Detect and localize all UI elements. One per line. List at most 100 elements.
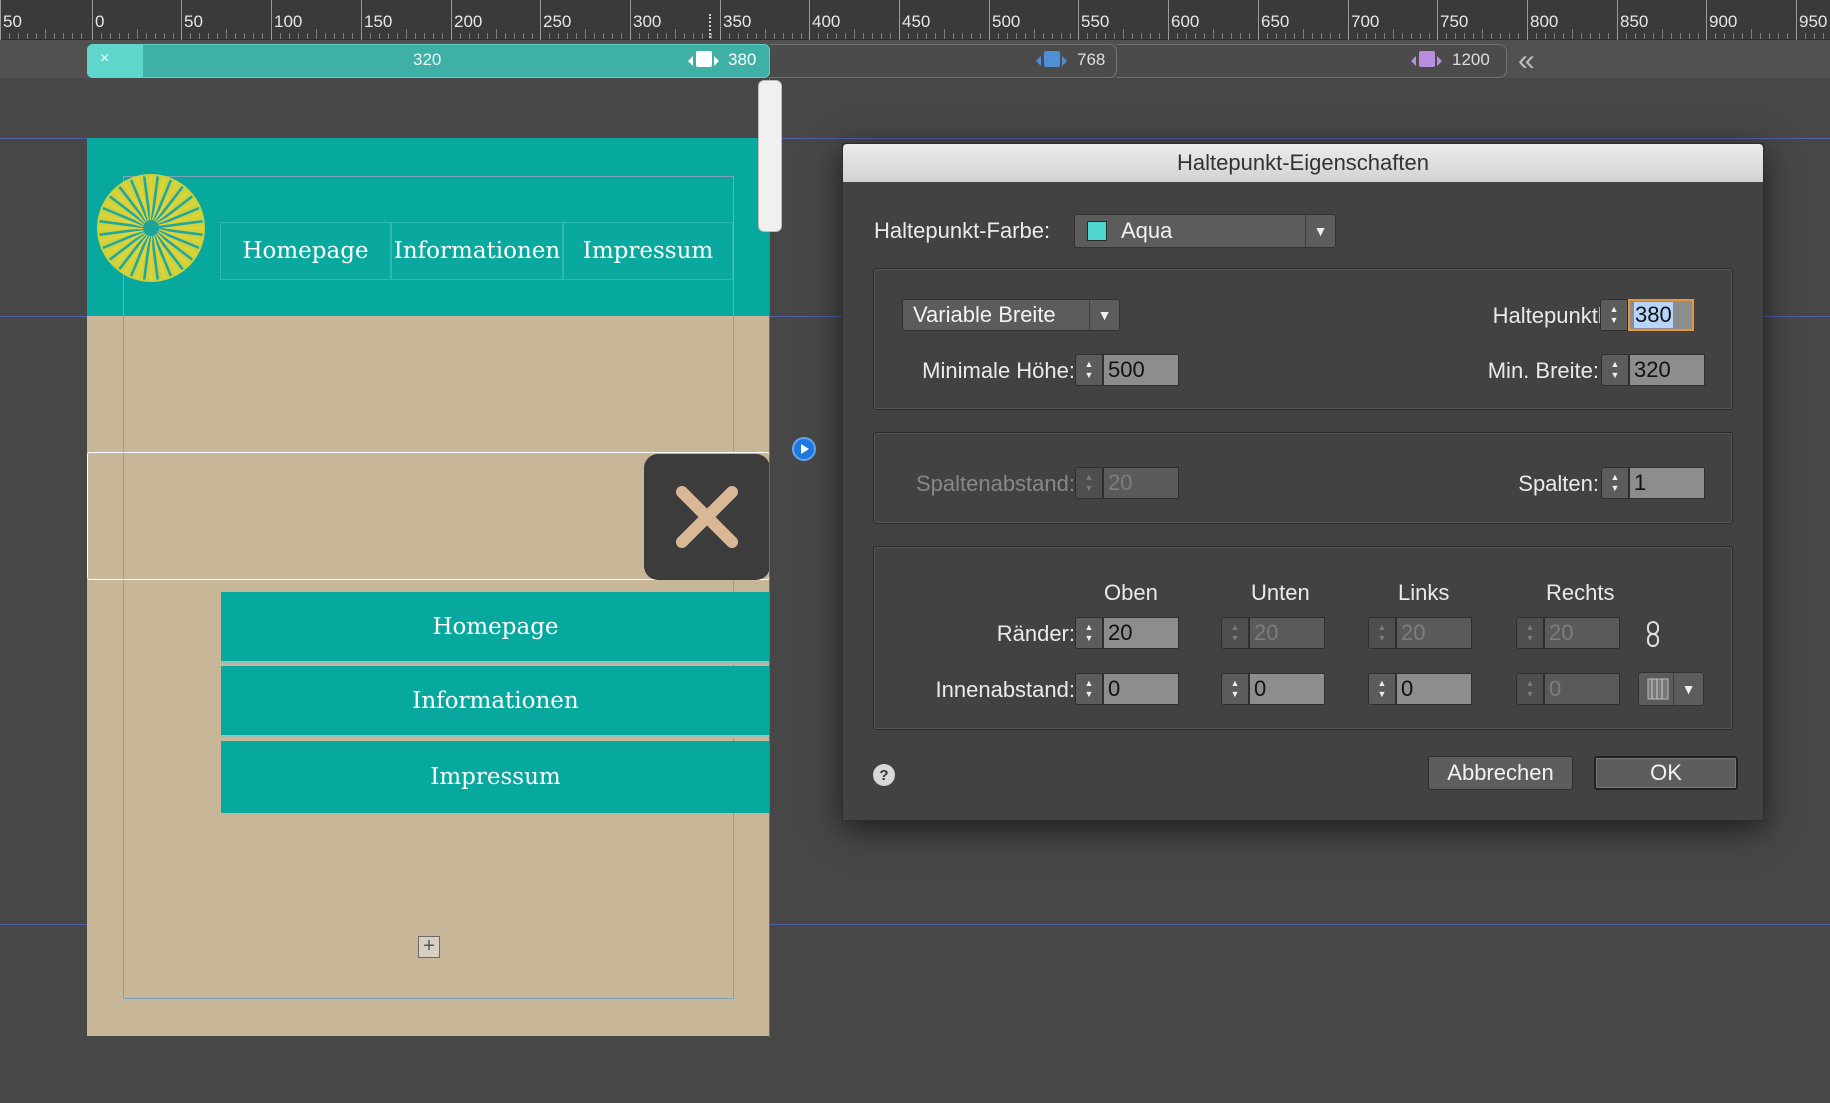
min-width-input[interactable]: 320	[1629, 354, 1705, 386]
breakpoint-desktop-label: 1200	[1452, 50, 1490, 69]
breakpoint-width-stepper[interactable]: ▲ ▼	[1600, 299, 1628, 331]
col-header-unten: Unten	[1251, 580, 1310, 605]
color-select[interactable]: Aqua ▼	[1074, 214, 1336, 248]
margin-top-stepper[interactable]: ▲ ▼	[1075, 617, 1103, 649]
ruler-minor-tick	[801, 33, 802, 39]
resize-handle[interactable]	[758, 80, 782, 232]
ruler-major-tick	[1078, 0, 1079, 40]
arrow-right-icon	[1437, 56, 1442, 66]
breakpoint-width-input[interactable]: 380	[1628, 299, 1694, 331]
ruler-minor-tick	[1464, 33, 1465, 39]
ruler-label: 400	[812, 12, 841, 31]
columns-input[interactable]: 1	[1629, 467, 1705, 499]
ruler-minor-tick	[496, 29, 497, 39]
ruler-label: 600	[1171, 12, 1200, 31]
ruler-minor-tick	[1294, 33, 1295, 39]
color-select-value: Aqua	[1121, 218, 1173, 243]
ruler-minor-tick	[289, 33, 290, 39]
close-button[interactable]	[644, 454, 770, 580]
padding-right-input: 0	[1544, 673, 1620, 705]
vertical-nav-impressum[interactable]: Impressum	[221, 741, 770, 813]
ruler-minor-tick	[63, 33, 64, 39]
gutter-label: Spaltenabstand:	[915, 471, 1075, 496]
ruler-minor-tick	[1016, 33, 1017, 39]
color-label: Haltepunkt-Farbe:	[874, 218, 1051, 243]
ruler-minor-tick	[226, 29, 227, 39]
breakpoint-segment-desktop[interactable]	[1117, 44, 1507, 78]
ruler-minor-tick	[316, 29, 317, 39]
arrow-left-icon	[1411, 56, 1416, 66]
breakpoint-segment-min[interactable]	[87, 44, 143, 78]
vertical-nav-informationen[interactable]: Informationen	[221, 666, 770, 738]
padding-left-stepper[interactable]: ▲ ▼	[1368, 673, 1396, 705]
ok-button[interactable]: OK	[1594, 756, 1738, 790]
ruler-minor-tick	[1545, 33, 1546, 39]
ruler-minor-tick	[648, 33, 649, 39]
ruler-minor-tick	[1814, 33, 1815, 39]
link-chain-icon[interactable]	[1646, 620, 1660, 648]
min-height-stepper[interactable]: ▲ ▼	[1075, 354, 1103, 386]
nav-item-homepage[interactable]: Homepage	[220, 222, 391, 280]
sunburst-logo[interactable]	[96, 173, 206, 283]
padding-bottom-stepper[interactable]: ▲ ▼	[1221, 673, 1249, 705]
cancel-button[interactable]: Abbrechen	[1428, 756, 1573, 790]
col-header-rechts: Rechts	[1546, 580, 1615, 605]
ruler-minor-tick	[854, 29, 855, 39]
ruler-minor-tick	[1339, 33, 1340, 39]
padding-top-input[interactable]: 0	[1103, 673, 1179, 705]
ruler-minor-tick	[1096, 33, 1097, 39]
ruler-minor-tick	[1724, 33, 1725, 39]
ruler-minor-tick	[1698, 33, 1699, 39]
ruler-label: 200	[454, 12, 483, 31]
ruler-major-tick	[1348, 0, 1349, 40]
ruler-minor-tick	[9, 33, 10, 39]
ruler-minor-tick	[173, 33, 174, 39]
padding-right-stepper: ▲ ▼	[1516, 673, 1544, 705]
nav-item-informationen[interactable]: Informationen	[391, 222, 563, 280]
ruler-minor-tick	[1680, 33, 1681, 39]
ruler-label: 150	[364, 12, 393, 31]
ruler-major-tick	[809, 0, 810, 40]
ruler-minor-tick	[1671, 33, 1672, 39]
nav-item-impressum[interactable]: Impressum	[563, 222, 733, 280]
arrow-right-icon	[714, 56, 719, 66]
ruler-minor-tick	[442, 33, 443, 39]
ruler-label: 750	[1440, 12, 1469, 31]
ruler-minor-tick	[1769, 33, 1770, 39]
ruler-minor-tick	[1429, 33, 1430, 39]
ruler-minor-tick	[155, 33, 156, 39]
padding-top-stepper[interactable]: ▲ ▼	[1075, 673, 1103, 705]
columns-stepper[interactable]: ▲ ▼	[1601, 467, 1629, 499]
padding-left-input[interactable]: 0	[1396, 673, 1472, 705]
margin-top-input[interactable]: 20	[1103, 617, 1179, 649]
ruler-minor-tick	[1733, 33, 1734, 39]
ruler-minor-tick	[1087, 33, 1088, 39]
help-icon[interactable]: ?	[873, 764, 895, 786]
vertical-nav-homepage[interactable]: Homepage	[221, 592, 770, 664]
ruler-minor-tick	[45, 29, 46, 39]
dialog-title: Haltepunkt-Eigenschaften	[843, 144, 1763, 182]
add-content-button[interactable]: +	[418, 936, 440, 958]
min-height-input[interactable]: 500	[1103, 354, 1179, 386]
ruler-minor-tick	[1626, 33, 1627, 39]
min-width-stepper[interactable]: ▲ ▼	[1601, 354, 1629, 386]
ruler-minor-tick	[1034, 29, 1035, 39]
ruler-major-tick	[540, 0, 541, 40]
ruler-minor-tick	[1222, 33, 1223, 39]
padding-bottom-input[interactable]: 0	[1249, 673, 1325, 705]
ruler-major-tick	[1168, 0, 1169, 40]
padding-pattern-select[interactable]: ▼	[1638, 672, 1704, 706]
ruler-minor-tick	[1114, 33, 1115, 39]
ruler-label: 250	[543, 12, 572, 31]
breakpoint-marker-current[interactable]	[696, 51, 712, 67]
play-icon[interactable]	[792, 437, 816, 461]
width-mode-select[interactable]: Variable Breite ▼	[902, 299, 1120, 331]
close-breakpoint-icon[interactable]: ×	[100, 50, 109, 68]
breakpoint-marker-desktop[interactable]	[1419, 51, 1435, 67]
ruler-minor-tick	[1482, 29, 1483, 39]
collapse-chevrons-icon[interactable]: «	[1518, 44, 1535, 78]
ruler-minor-tick	[1177, 33, 1178, 39]
ruler-minor-tick	[235, 33, 236, 39]
breakpoint-marker-tablet[interactable]	[1044, 51, 1060, 67]
ruler-minor-tick	[962, 33, 963, 39]
